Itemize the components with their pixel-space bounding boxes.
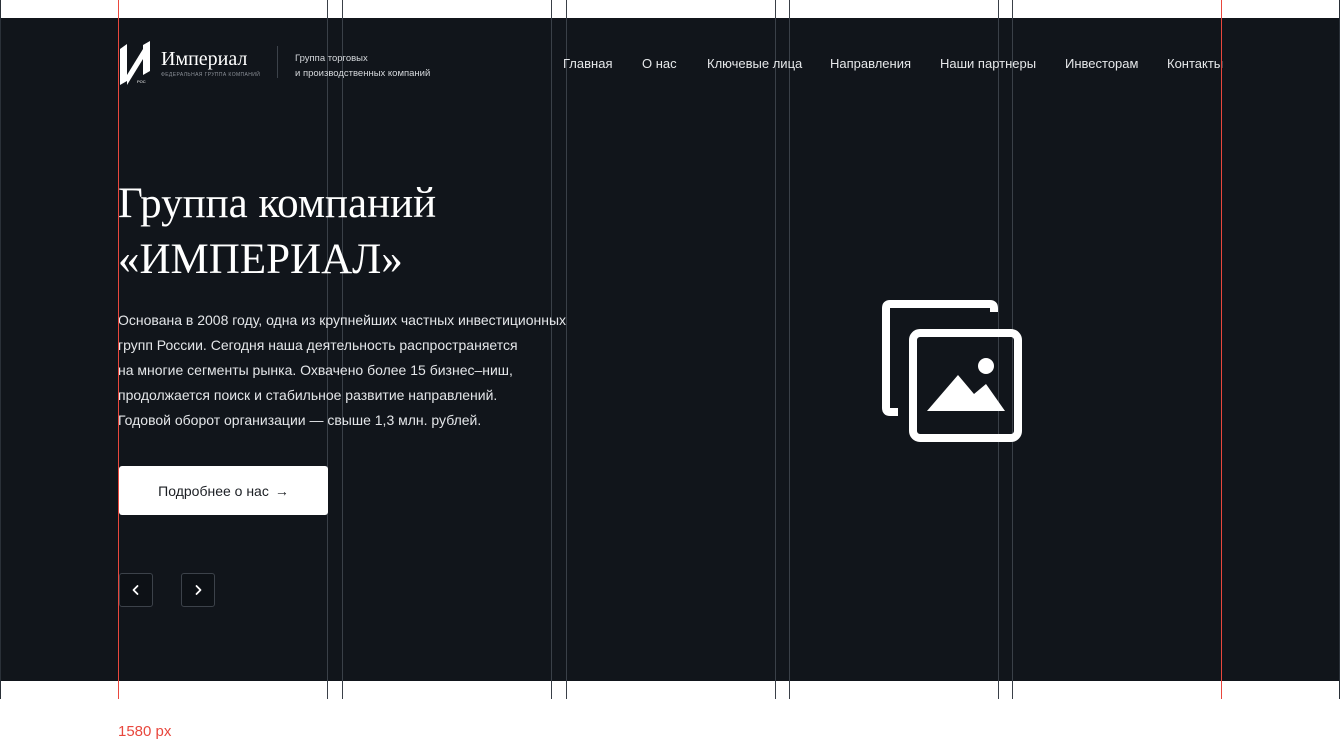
nav-item-home[interactable]: Главная — [563, 56, 612, 71]
brand-subtitle: Федеральная группа компаний — [161, 72, 261, 78]
image-gallery-icon — [880, 300, 1026, 446]
hero-title-line: Группа компаний — [118, 180, 437, 227]
hero-description: Основана в 2008 году, одна из крупнейших… — [118, 308, 588, 433]
hero-title-line: «ИМПЕРИАЛ» — [118, 236, 403, 283]
content-edge-guide-right — [1221, 0, 1222, 699]
description-line: на многие сегменты рынка. Охвачено более… — [118, 362, 513, 378]
nav-item-partners[interactable]: Наши партнеры — [940, 56, 1036, 71]
main-navigation: Главная О нас Ключевые лица Направления … — [0, 56, 1340, 72]
grid-guide — [789, 0, 790, 699]
nav-item-contacts[interactable]: Контакты — [1167, 56, 1223, 71]
more-about-us-button[interactable]: Подробнее о нас → — [119, 466, 328, 515]
arrow-right-icon: → — [274, 482, 289, 499]
nav-item-directions[interactable]: Направления — [830, 56, 911, 71]
nav-item-about[interactable]: О нас — [642, 56, 677, 71]
content-edge-guide-left — [118, 0, 119, 699]
slider-prev-button[interactable] — [119, 573, 153, 607]
description-line: продолжается поиск и стабильное развитие… — [118, 387, 498, 403]
nav-item-key-people[interactable]: Ключевые лица — [707, 56, 802, 71]
grid-guide — [775, 0, 776, 699]
grid-guide — [0, 0, 1, 699]
description-line: Годовой оборот организации — свыше 1,3 м… — [118, 412, 482, 428]
nav-item-investors[interactable]: Инвесторам — [1065, 56, 1138, 71]
chevron-left-icon — [132, 585, 139, 595]
description-line: групп России. Сегодня наша деятельность … — [118, 337, 518, 353]
slider-next-button[interactable] — [181, 573, 215, 607]
cta-label: Подробнее о нас — [158, 482, 269, 499]
chevron-right-icon — [195, 585, 202, 595]
logo-mark-caption: РОС — [137, 79, 146, 84]
width-annotation: 1580 px — [118, 723, 172, 740]
top-margin — [0, 0, 1340, 18]
description-line: Основана в 2008 году, одна из крупнейших… — [118, 312, 567, 328]
hero-title: Группа компаний «ИМПЕРИАЛ» — [118, 176, 436, 288]
